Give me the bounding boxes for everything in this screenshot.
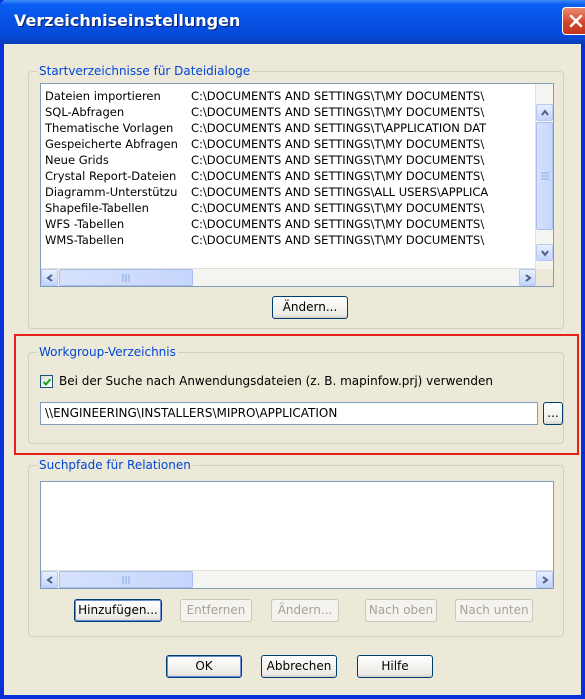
list-item-name: Diagramm-Unterstützu	[45, 185, 178, 199]
scroll-right-button[interactable]	[519, 269, 536, 286]
list-item-name: Crystal Report-Dateien	[45, 169, 177, 183]
start-dirs-legend: Startverzeichnisse für Dateidialoge	[37, 64, 253, 78]
list-item-path: C:\DOCUMENTS AND SETTINGS\T\MY DOCUMENTS…	[191, 153, 485, 167]
list-item-name: WFS -Tabellen	[45, 217, 125, 231]
horizontal-scrollbar[interactable]	[41, 570, 553, 588]
search-paths-list[interactable]	[40, 481, 554, 589]
list-item[interactable]: Neue Grids C:\DOCUMENTS AND SETTINGS\T\MY…	[45, 152, 533, 168]
list-item-path: C:\DOCUMENTS AND SETTINGS\T\MY DOCUMENTS…	[191, 169, 485, 183]
chevron-right-icon	[542, 576, 549, 584]
move-up-button[interactable]: Nach oben	[365, 599, 437, 622]
list-item-name: Thematische Vorlagen	[45, 121, 174, 135]
list-item[interactable]: Shapefile-Tabellen C:\DOCUMENTS AND SETTI…	[45, 200, 533, 216]
list-item-path: C:\DOCUMENTS AND SETTINGS\ALL USERS\APPL…	[191, 185, 489, 199]
chevron-right-icon	[525, 274, 532, 282]
vertical-scrollbar[interactable]	[535, 84, 553, 269]
horizontal-scroll-thumb[interactable]	[59, 269, 193, 286]
start-dirs-group: Startverzeichnisse für Dateidialoge Date…	[28, 64, 564, 329]
vertical-scroll-thumb[interactable]	[536, 122, 553, 230]
list-item-path: C:\DOCUMENTS AND SETTINGS\T\MY DOCUMENTS…	[191, 137, 485, 151]
cancel-button[interactable]: Abbrechen	[261, 655, 337, 678]
search-paths-legend: Suchpfade für Relationen	[37, 458, 193, 472]
list-item-path: C:\DOCUMENTS AND SETTINGS\T\MY DOCUMENTS…	[191, 233, 485, 247]
list-item[interactable]: Diagramm-Unterstützu C:\DOCUMENTS AND SET…	[45, 184, 533, 200]
scroll-corner	[536, 269, 553, 286]
horizontal-scrollbar[interactable]	[41, 268, 536, 286]
start-dirs-rows: Dateien importieren C:\DOCUMENTS AND SETT…	[45, 88, 533, 248]
close-button[interactable]	[562, 7, 585, 35]
add-path-button[interactable]: Hinzufügen...	[74, 599, 162, 622]
chevron-down-icon	[541, 250, 549, 257]
list-item[interactable]: Gespeicherte Abfragen C:\DOCUMENTS AND SE…	[45, 136, 533, 152]
list-item-path: C:\DOCUMENTS AND SETTINGS\T\APPLICATION …	[191, 121, 487, 135]
list-item-path: C:\DOCUMENTS AND SETTINGS\T\MY DOCUMENTS…	[191, 217, 485, 231]
list-item[interactable]: Thematische Vorlagen C:\DOCUMENTS AND SET…	[45, 120, 533, 136]
dialog-window: Verzeichniseinstellungen Startverzeichni…	[0, 0, 585, 699]
title-bar[interactable]: Verzeichniseinstellungen	[0, 0, 585, 44]
list-item-name: Neue Grids	[45, 153, 109, 167]
chevron-left-icon	[46, 576, 53, 584]
close-icon	[569, 14, 583, 28]
change-start-dir-button[interactable]: Ändern...	[272, 296, 348, 319]
scroll-up-button[interactable]	[536, 104, 553, 121]
list-item[interactable]: WFS -Tabellen C:\DOCUMENTS AND SETTINGS\T…	[45, 216, 533, 232]
list-item-name: SQL-Abfragen	[45, 105, 125, 119]
scroll-left-button[interactable]	[41, 571, 58, 588]
scroll-left-button[interactable]	[41, 269, 58, 286]
grip-icon	[122, 273, 130, 282]
help-button[interactable]: Hilfe	[357, 655, 433, 678]
list-item[interactable]: Crystal Report-Dateien C:\DOCUMENTS AND S…	[45, 168, 533, 184]
list-item[interactable]: SQL-Abfragen C:\DOCUMENTS AND SETTINGS\T\…	[45, 104, 533, 120]
highlight-box	[14, 334, 579, 455]
list-item[interactable]: WMS-Tabellen C:\DOCUMENTS AND SETTINGS\T\…	[45, 232, 533, 248]
change-path-button[interactable]: Ändern...	[271, 599, 339, 622]
horizontal-scroll-thumb[interactable]	[59, 571, 193, 588]
scroll-right-button[interactable]	[536, 571, 553, 588]
list-item-path: C:\DOCUMENTS AND SETTINGS\T\MY DOCUMENTS…	[191, 105, 485, 119]
move-down-button[interactable]: Nach unten	[455, 599, 533, 622]
start-dirs-list[interactable]: Dateien importieren C:\DOCUMENTS AND SETT…	[40, 83, 554, 287]
list-item[interactable]: Dateien importieren C:\DOCUMENTS AND SETT…	[45, 88, 533, 104]
ok-button[interactable]: OK	[166, 655, 242, 678]
chevron-up-icon	[541, 109, 549, 116]
list-item-name: Gespeicherte Abfragen	[45, 137, 178, 151]
remove-path-button[interactable]: Entfernen	[180, 599, 252, 622]
grip-icon	[540, 172, 549, 180]
chevron-left-icon	[46, 274, 53, 282]
list-item-name: Dateien importieren	[45, 89, 161, 103]
list-item-name: Shapefile-Tabellen	[45, 201, 149, 215]
window-title: Verzeichniseinstellungen	[14, 11, 241, 30]
list-item-path: C:\DOCUMENTS AND SETTINGS\T\MY DOCUMENTS…	[191, 89, 485, 103]
list-item-name: WMS-Tabellen	[45, 233, 124, 247]
grip-icon	[122, 575, 130, 584]
list-item-path: C:\DOCUMENTS AND SETTINGS\T\MY DOCUMENTS…	[191, 201, 485, 215]
scroll-down-button[interactable]	[536, 244, 553, 261]
search-paths-group: Suchpfade für Relationen Hinzufügen... E…	[28, 458, 564, 637]
